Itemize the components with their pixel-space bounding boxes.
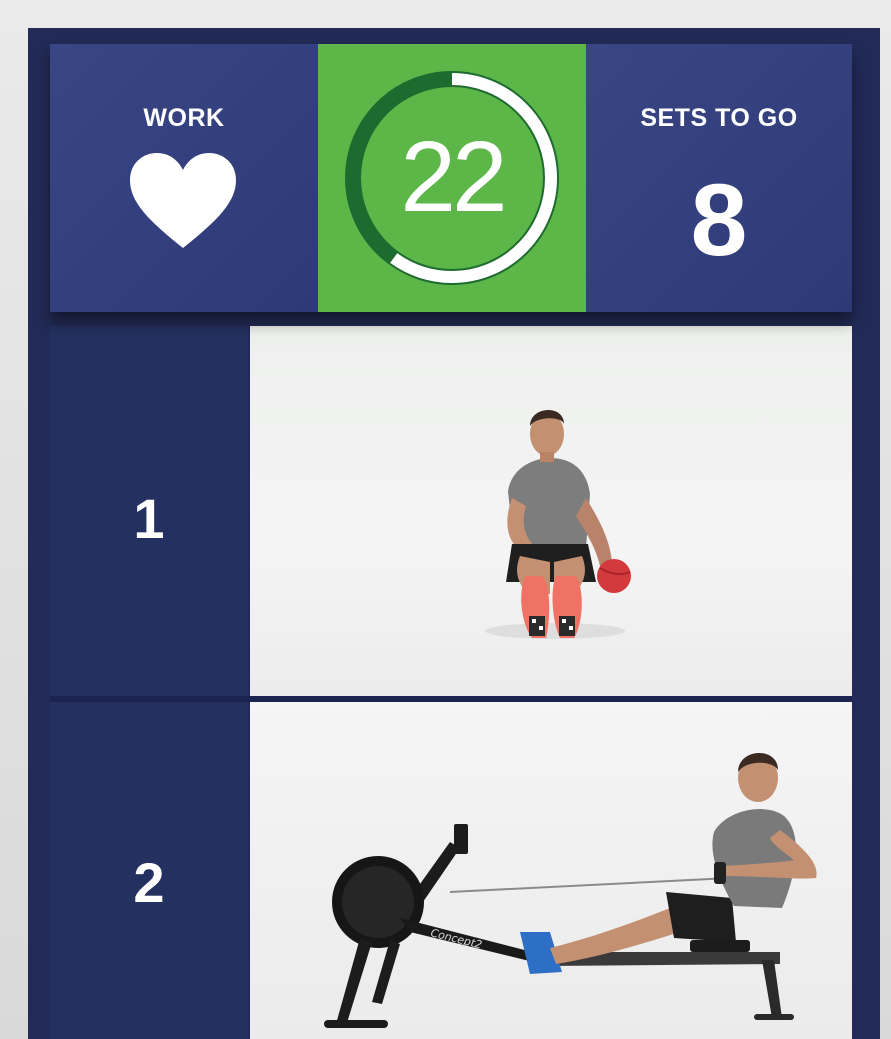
exercise-image-seated-twist	[250, 326, 852, 696]
timer-panel: 22	[318, 44, 586, 312]
exercise-number: 2	[133, 851, 165, 914]
work-label: WORK	[143, 104, 225, 132]
exercise-image-rowing-machine: Concept2	[250, 702, 852, 1039]
exercise-index-cell: 2	[50, 702, 248, 1039]
exercise-row[interactable]: 2 Concept2	[50, 702, 852, 1039]
heart-icon	[130, 153, 236, 248]
sets-remaining-count: 8	[690, 163, 748, 277]
exercise-row[interactable]: 1	[50, 326, 852, 696]
sets-panel: SETS TO GO 8	[586, 44, 852, 312]
work-panel: WORK	[50, 44, 318, 312]
exercise-index-cell: 1	[50, 326, 248, 696]
workout-header: WORK 22 SETS TO GO 8	[50, 44, 852, 312]
rowing-machine-brand: Concept2	[429, 926, 483, 951]
seated-twist-illustration	[485, 409, 631, 639]
sets-label: SETS TO GO	[640, 104, 798, 132]
exercise-number: 1	[133, 487, 165, 550]
workout-screen: WORK 22 SETS TO GO 8 1 2 Concept2	[28, 28, 880, 1039]
device-bezel: WORK 22 SETS TO GO 8 1 2 Concept2	[0, 0, 891, 1039]
rowing-machine-illustration: Concept2	[324, 752, 817, 1028]
countdown-value: 22	[400, 121, 507, 233]
